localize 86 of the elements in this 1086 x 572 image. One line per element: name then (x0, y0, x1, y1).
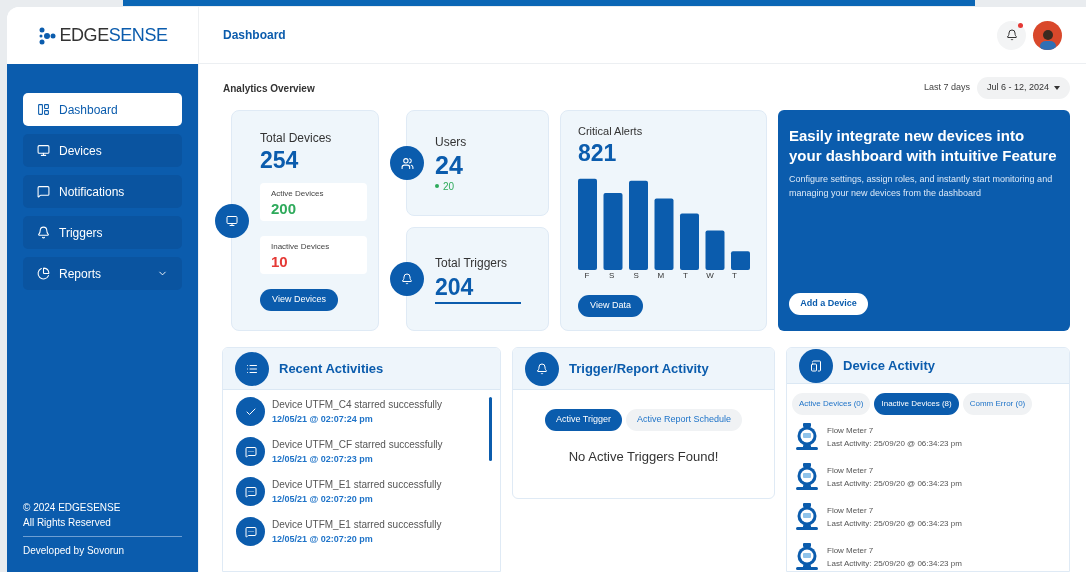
monitor-icon (215, 203, 249, 238)
avatar[interactable] (1033, 20, 1062, 50)
bell-icon (525, 351, 559, 386)
notifications-button[interactable] (997, 20, 1026, 50)
page-title: Dashboard (223, 27, 286, 44)
stat-label: Users (435, 133, 468, 151)
chat-icon (236, 437, 265, 466)
empty-message: No Active Triggers Found! (567, 448, 720, 466)
sub-stat-value: 200 (271, 200, 298, 218)
sub-stat-value: 10 (271, 253, 289, 271)
logo-icon (37, 26, 56, 45)
device-name: Flow Meter 7 (827, 545, 875, 557)
day-label: M (656, 269, 666, 282)
day-label: W (705, 269, 715, 282)
chart-bar (705, 230, 725, 270)
users-icon (390, 146, 424, 180)
activity-time: 12/05/21 @ 02:07:20 pm (272, 492, 374, 506)
add-device-button[interactable]: Add a Device (789, 293, 868, 315)
list-icon (235, 351, 269, 386)
section-title: Analytics Overview (223, 81, 315, 96)
range-label: Last 7 days (923, 81, 970, 95)
brand-name: EDGESENSE (59, 24, 168, 47)
device-name: Flow Meter 7 (827, 465, 875, 477)
promo-title: Easily integrate new devices into your dashboard with intuitive Feature (789, 126, 1058, 166)
tab[interactable]: Active Devices (0) (792, 393, 871, 415)
stat-label: Total Triggers (435, 255, 509, 272)
stat-label: Total Devices (260, 130, 333, 147)
flow-meter-icon (796, 503, 818, 531)
activity-text: Device UTFM_C4 starred successfully (272, 397, 443, 412)
panel-title: Trigger/Report Activity (569, 359, 709, 378)
sidebar-item[interactable]: Dashboard (23, 93, 182, 126)
check-icon (236, 397, 265, 426)
chat-icon (236, 517, 265, 546)
chart-bar (731, 250, 750, 270)
promo-text: Configure settings, assign roles, and instantly start monitoring and managing your new devices from the dashboard (789, 173, 1054, 200)
panel-title: Device Activity (843, 356, 935, 375)
view-data-button[interactable]: View Data (578, 294, 643, 317)
activity-time: 12/05/21 @ 02:07:20 pm (272, 532, 374, 546)
stat-value: 821 (578, 139, 618, 166)
view-devices-button[interactable]: View Devices (260, 289, 338, 311)
stat-label: Critical Alerts (578, 124, 644, 139)
day-label: S (632, 269, 640, 282)
device-last-activity: Last Activity: 25/09/20 @ 06:34:23 pm (827, 438, 962, 450)
chart-bar (680, 213, 699, 270)
device-name: Flow Meter 7 (827, 425, 875, 437)
bell-icon (1005, 29, 1018, 41)
sub-stat-label: Inactive Devices (271, 241, 331, 253)
sub-stat-label: Active Devices (271, 188, 325, 200)
flow-meter-icon (796, 463, 818, 491)
device-last-activity: Last Activity: 25/09/20 @ 06:34:23 pm (827, 478, 962, 490)
flow-meter-icon (796, 423, 818, 451)
day-label: T (681, 269, 689, 282)
stat-value: 254 (260, 147, 300, 173)
day-label: S (607, 269, 616, 282)
device-last-activity: Last Activity: 25/09/20 @ 06:34:23 pm (827, 518, 962, 530)
panel-title: Recent Activities (279, 359, 384, 378)
device-name: Flow Meter 7 (827, 505, 875, 517)
date-range-dropdown[interactable]: Jul 6 - 12, 2024 (976, 77, 1070, 99)
tab[interactable]: Active Report Schedule (626, 409, 743, 431)
chart-bar (654, 198, 674, 270)
caret-icon (1054, 86, 1060, 90)
activity-text: Device UTFM_E1 starred successfully (272, 477, 442, 492)
activity-text: Device UTFM_CF starred successfully (272, 437, 443, 452)
stat-value: 204 (435, 272, 521, 304)
tab[interactable]: Comm Error (0) (962, 393, 1033, 415)
online-count: 20 (435, 178, 548, 194)
device-last-activity: Last Activity: 25/09/20 @ 06:34:23 pm (827, 558, 962, 570)
activity-time: 12/05/21 @ 02:07:24 pm (272, 412, 374, 426)
scrollbar[interactable] (489, 397, 492, 461)
sidebar-item[interactable]: Triggers (23, 216, 182, 249)
activity-text: Device UTFM_E1 starred successfully (272, 517, 442, 532)
copyright-text: © 2024 EDGESENSE (23, 501, 122, 515)
sidebar-item[interactable]: Devices (23, 134, 182, 167)
sidebar-item[interactable]: Notifications (23, 175, 182, 208)
stat-value: 24 (435, 150, 464, 179)
activity-time: 12/05/21 @ 02:07:23 pm (272, 452, 374, 466)
rights-text: All Rights Reserved (23, 516, 112, 530)
day-label: F (583, 269, 591, 282)
tab[interactable]: Active Trigger (544, 409, 622, 431)
tab[interactable]: Inactive Devices (8) (874, 393, 959, 415)
chat-icon (236, 477, 265, 506)
sidebar-item[interactable]: Reports (23, 257, 182, 290)
developer-credit: Developed by Sovorun (23, 544, 126, 558)
bell-icon (390, 262, 424, 296)
devices-icon (799, 348, 833, 383)
day-label: T (731, 269, 738, 282)
